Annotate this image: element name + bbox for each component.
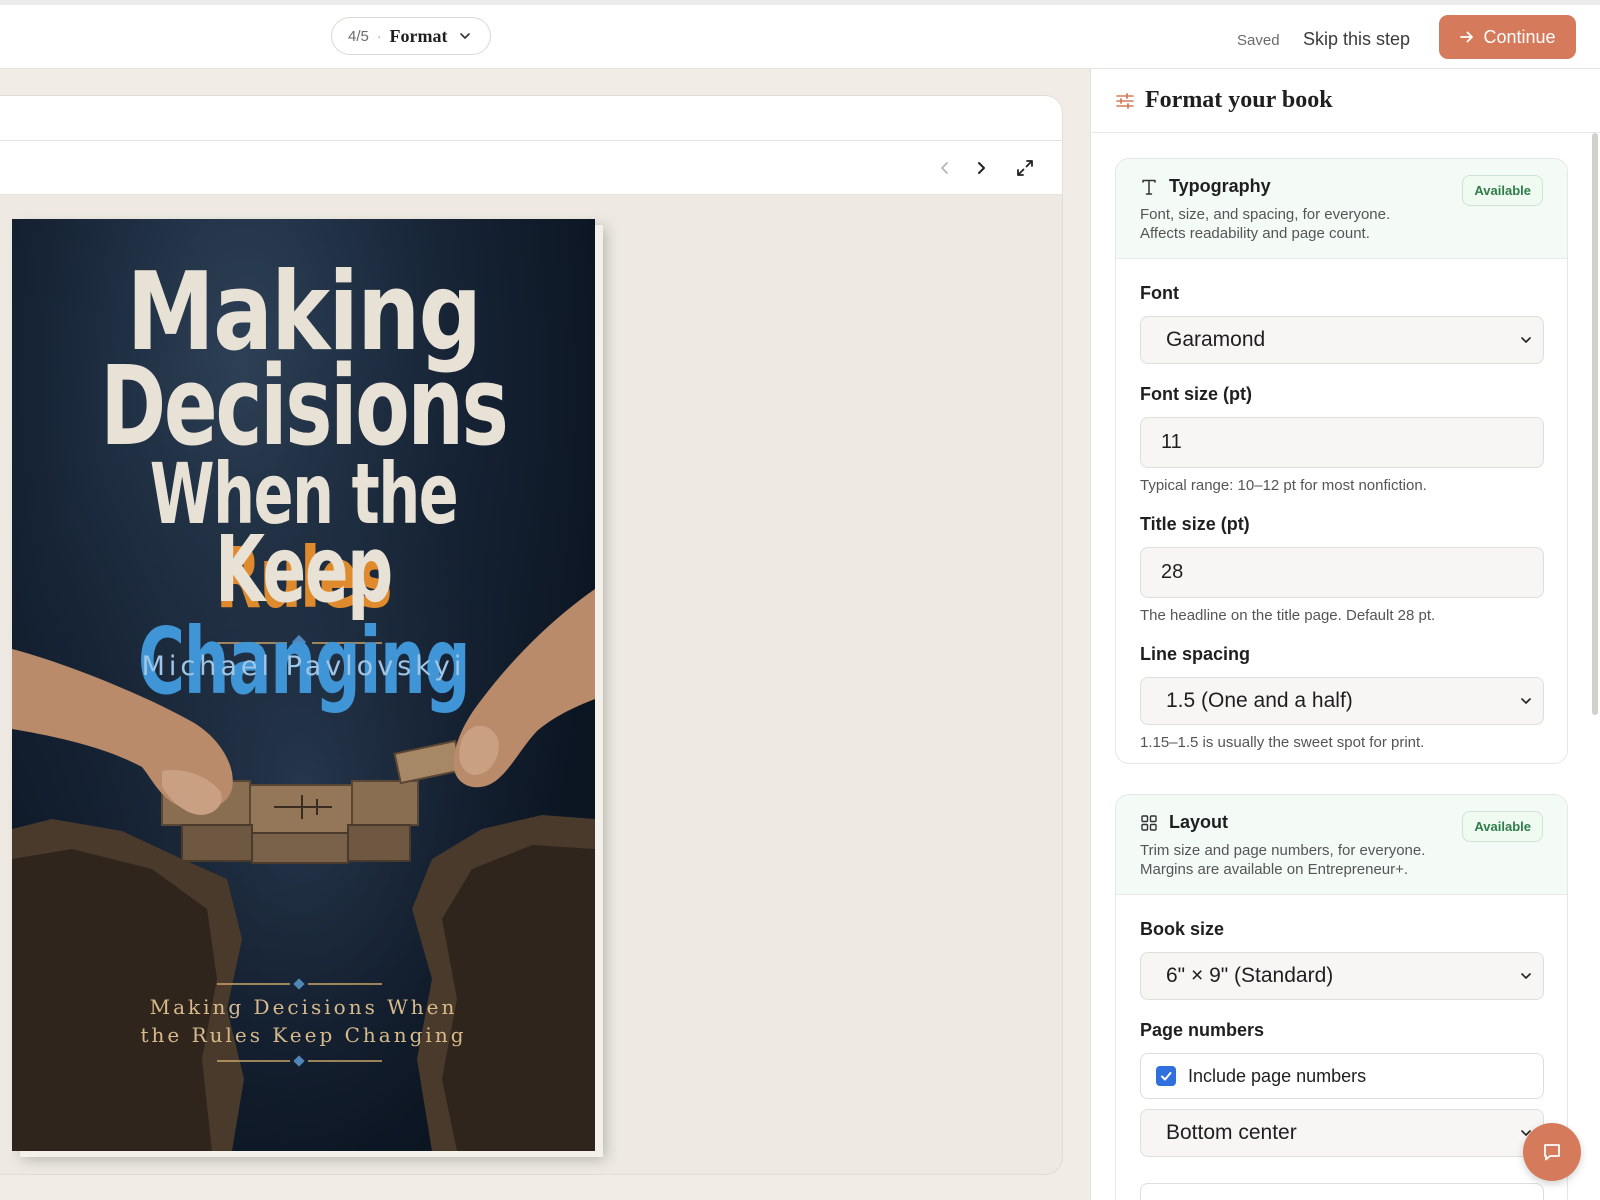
- include-page-numbers-checkbox[interactable]: Include page numbers: [1140, 1053, 1544, 1099]
- cover-subtitle-line-1: Making Decisions When: [149, 995, 458, 1019]
- margins-info-row: [1140, 1183, 1544, 1200]
- layout-grid-icon: [1141, 814, 1157, 831]
- fullscreen-button[interactable]: [1011, 154, 1039, 182]
- typography-title: Typography: [1169, 176, 1271, 196]
- arrow-right-icon: [1460, 31, 1474, 43]
- typography-desc-line-1: Font, size, and spacing, for everyone.: [1140, 206, 1391, 223]
- typography-desc-line-2: Affects readability and page count.: [1140, 225, 1370, 242]
- include-page-numbers-label: Include page numbers: [1188, 1065, 1367, 1086]
- panel-header: Format your book: [1091, 69, 1600, 133]
- chevron-down-icon: [1521, 973, 1531, 979]
- layout-desc-line-1: Trim size and page numbers, for everyone…: [1140, 842, 1426, 859]
- chevron-down-icon: [1521, 698, 1531, 704]
- font-size-input[interactable]: 11: [1140, 417, 1544, 468]
- cover-author: Michael Pavlovskyi: [141, 651, 466, 682]
- line-spacing-value: 1.5 (One and a half): [1166, 689, 1353, 712]
- typography-description: Font, size, and spacing, for everyone. A…: [1140, 205, 1543, 243]
- cover-title-keep: Keep: [215, 516, 393, 623]
- checkbox-checked-icon: [1156, 1066, 1176, 1086]
- chevron-down-icon: [459, 33, 470, 39]
- chat-bubble-icon: [1544, 1144, 1560, 1161]
- layout-desc-line-2: Margins are available on Entrepreneur+.: [1140, 861, 1409, 878]
- layout-header: Layout Trim size and page numbers, for e…: [1116, 795, 1567, 895]
- prev-page-button[interactable]: [931, 154, 959, 182]
- cover-subtitle: Making Decisions When the Rules Keep Cha…: [12, 993, 595, 1049]
- layout-available-badge: Available: [1462, 811, 1543, 842]
- layout-section: Layout Trim size and page numbers, for e…: [1115, 794, 1568, 1200]
- page-number-position-select[interactable]: Bottom center: [1140, 1109, 1544, 1157]
- chevron-right-icon: [978, 162, 985, 174]
- panel-title: Format your book: [1145, 87, 1333, 113]
- font-select[interactable]: Garamond: [1140, 316, 1544, 364]
- title-size-label: Title size (pt): [1140, 514, 1250, 534]
- chevron-left-icon: [941, 162, 948, 174]
- title-size-hint: The headline on the title page. Default …: [1140, 607, 1436, 624]
- line-spacing-select[interactable]: 1.5 (One and a half): [1140, 677, 1544, 725]
- step-name: Format: [389, 25, 448, 46]
- top-bar: 4/5 · Format Saved Skip this step Contin…: [0, 0, 1600, 69]
- line-spacing-hint: 1.15–1.5 is usually the sweet spot for p…: [1140, 734, 1425, 751]
- book-cover-preview: Making Decisions When the Rules Keep Cha…: [12, 219, 595, 1151]
- title-size-input[interactable]: 28: [1140, 547, 1544, 598]
- page-numbers-label: Page numbers: [1140, 1020, 1265, 1040]
- continue-label: Continue: [1483, 26, 1556, 47]
- preview-header: [0, 96, 1062, 141]
- sliders-icon: [1116, 92, 1134, 109]
- book-size-label: Book size: [1140, 919, 1225, 939]
- page-number-position-value: Bottom center: [1166, 1121, 1297, 1144]
- step-selector[interactable]: 4/5 · Format: [331, 17, 491, 55]
- format-panel: Format your book Typography Font, size, …: [1090, 69, 1600, 1200]
- font-size-hint: Typical range: 10–12 pt for most nonfict…: [1140, 477, 1427, 494]
- typography-section: Typography Font, size, and spacing, for …: [1115, 158, 1568, 764]
- book-size-select[interactable]: 6" × 9" (Standard): [1140, 952, 1544, 1000]
- layout-description: Trim size and page numbers, for everyone…: [1140, 841, 1543, 879]
- text-type-icon: [1142, 179, 1156, 195]
- font-size-label: Font size (pt): [1140, 384, 1252, 404]
- line-spacing-label: Line spacing: [1140, 644, 1251, 664]
- step-count: 4/5: [348, 27, 369, 45]
- saved-status: Saved: [1237, 32, 1280, 49]
- typography-available-badge: Available: [1462, 175, 1543, 206]
- continue-button[interactable]: Continue: [1439, 15, 1576, 59]
- chevron-down-icon: [1521, 337, 1531, 343]
- next-page-button[interactable]: [967, 154, 995, 182]
- book-size-value: 6" × 9" (Standard): [1166, 964, 1334, 987]
- layout-title: Layout: [1169, 812, 1229, 832]
- font-select-value: Garamond: [1166, 328, 1266, 351]
- step-separator: ·: [376, 28, 382, 44]
- typography-header: Typography Font, size, and spacing, for …: [1116, 159, 1567, 259]
- preview-toolbar: [0, 141, 1062, 195]
- expand-icon: [1017, 160, 1033, 176]
- panel-scrollbar[interactable]: [1592, 133, 1598, 715]
- chat-button[interactable]: [1523, 1123, 1581, 1181]
- skip-step-button[interactable]: Skip this step: [1303, 29, 1410, 50]
- cover-subtitle-line-2: the Rules Keep Changing: [140, 1023, 467, 1047]
- font-label: Font: [1140, 283, 1179, 303]
